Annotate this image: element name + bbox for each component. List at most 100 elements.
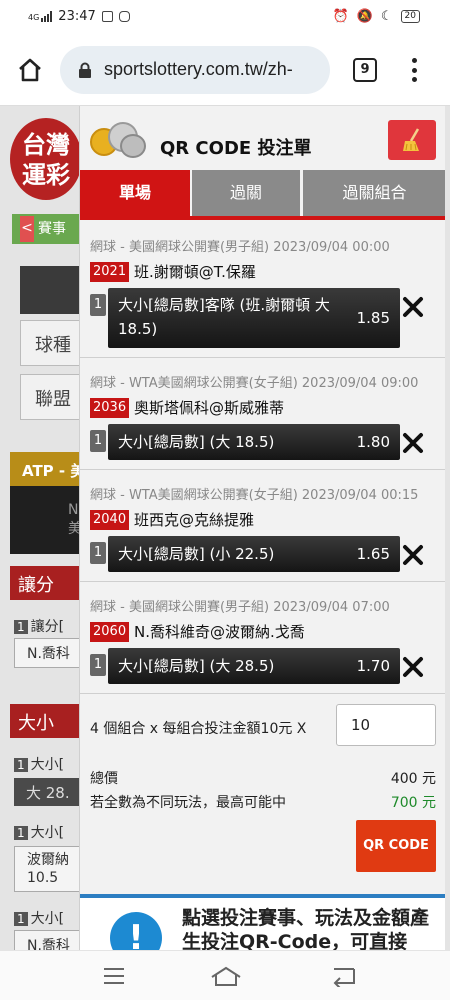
totals-player-3: N.喬科 bbox=[14, 930, 82, 950]
combo-text: 4 個組合 x 每組合投注金額10元 X bbox=[90, 721, 307, 737]
totals-player-cell: 波爾納 10.5 bbox=[14, 846, 82, 892]
totals-row-3-label: 大小[ bbox=[30, 911, 65, 927]
bet-item: 網球 - 美國網球公開賽(男子組) 2023/09/04 07:00 2060 … bbox=[80, 582, 445, 694]
bet-code-badge: 2040 bbox=[90, 510, 130, 530]
pick-index: 1 bbox=[90, 654, 106, 676]
pick-bar[interactable]: 大小[總局數] (小 22.5) 1.65 bbox=[108, 536, 400, 572]
remove-bet-icon[interactable] bbox=[400, 542, 426, 568]
bet-type-tabs: 單場 過關 過關組合 bbox=[80, 170, 445, 220]
pick-index: 1 bbox=[90, 294, 106, 316]
url-text: sportslottery.com.tw/zh- bbox=[104, 59, 293, 79]
bet-match: N.喬科維奇@波爾納.戈喬 bbox=[134, 623, 305, 641]
home-nav-icon[interactable] bbox=[210, 965, 242, 987]
bet-summary: 4 個組合 x 每組合投注金額10元 X 10 總價 400 元 若全數為不同玩… bbox=[80, 694, 445, 950]
pick-text: 大小[總局數] (小 22.5) bbox=[118, 545, 275, 563]
pick-text-line2: 18.5) bbox=[118, 320, 158, 338]
battery-icon: 20 bbox=[400, 10, 420, 23]
total-label: 總價 bbox=[90, 771, 118, 787]
pick-text: 大小[總局數] (大 28.5) bbox=[118, 657, 275, 675]
pick-bar[interactable]: 大小[總局數] (大 18.5) 1.80 bbox=[108, 424, 400, 460]
pick-odds: 1.85 bbox=[356, 309, 390, 327]
bet-item: 網球 - 美國網球公開賽(男子組) 2023/09/04 00:00 2021 … bbox=[80, 224, 445, 358]
totals-player-line: 10.5 bbox=[27, 870, 59, 886]
bet-pick: 1 大小[總局數]客隊 (班.謝爾頓 大 18.5) 1.85 bbox=[90, 288, 400, 348]
panel-title: QR CODE 投注單 bbox=[160, 138, 312, 159]
pick-text: 大小[總局數]客隊 (班.謝爾頓 大 18.5) bbox=[118, 293, 330, 341]
network-type: 4G bbox=[28, 13, 40, 22]
signal-icon: 4G bbox=[28, 11, 53, 22]
pick-bar[interactable]: 大小[總局數] (大 28.5) 1.70 bbox=[108, 648, 400, 684]
total-value: 400 元 bbox=[390, 771, 436, 787]
pick-odds: 1.80 bbox=[356, 433, 390, 451]
info-text: 點選投注賽事、玩法及金額產生投注QR-Code，可直接 bbox=[182, 907, 430, 950]
clear-all-button[interactable] bbox=[388, 120, 436, 160]
bet-match: 班.謝爾頓@T.保羅 bbox=[134, 263, 256, 281]
tab-parlay[interactable]: 過關 bbox=[192, 170, 300, 216]
alarm-icon: ⏰ bbox=[332, 9, 349, 24]
status-right: ⏰ 🔕 ☾ 20 bbox=[333, 9, 420, 24]
system-nav-bar bbox=[0, 950, 450, 1000]
pick-index: 1 bbox=[90, 542, 106, 564]
totals-row-2-label: 大小[ bbox=[30, 825, 65, 841]
bet-code-badge: 2021 bbox=[90, 262, 130, 282]
browser-toolbar: sportslottery.com.tw/zh- 9 bbox=[0, 34, 450, 106]
qr-bet-slip-panel: QR CODE 投注單 單場 過關 過關組合 網球 - 美國網球公開賽(男子組)… bbox=[79, 106, 445, 950]
handicap-row: 1 讓分[ bbox=[14, 616, 64, 636]
bet-code-badge: 2060 bbox=[90, 622, 130, 642]
notification-icon bbox=[101, 11, 113, 22]
broom-icon bbox=[402, 128, 422, 152]
recent-apps-icon[interactable] bbox=[102, 965, 126, 987]
totals-dark-cell: 大 28. bbox=[14, 778, 82, 806]
handicap-row-label: 讓分[ bbox=[30, 619, 65, 635]
background-right-edge bbox=[445, 106, 450, 950]
bet-league: 網球 - WTA美國網球公開賽(女子組) 2023/09/04 09:00 bbox=[90, 376, 419, 391]
remove-bet-icon[interactable] bbox=[400, 654, 426, 680]
mute-icon: 🔕 bbox=[356, 9, 373, 24]
league-header: ATP - 美 bbox=[10, 452, 82, 486]
max-win-label: 若全數為不同玩法，最高可能中 bbox=[90, 795, 286, 811]
bet-pick: 1 大小[總局數] (小 22.5) 1.65 bbox=[90, 536, 400, 572]
browser-menu-icon[interactable] bbox=[404, 56, 424, 84]
bet-league: 網球 - 美國網球公開賽(男子組) 2023/09/04 07:00 bbox=[90, 600, 390, 615]
bet-match: 班西克@克絲提雅 bbox=[134, 511, 255, 529]
status-bar: 4G 23:47 ⏰ 🔕 ☾ 20 bbox=[0, 0, 450, 34]
combo-row: 4 個組合 x 每組合投注金額10元 X 10 bbox=[80, 704, 445, 748]
section-totals: 大小 bbox=[10, 704, 82, 738]
qr-code-button[interactable]: QR CODE bbox=[356, 820, 436, 872]
pick-odds: 1.70 bbox=[356, 657, 390, 675]
pick-index: 1 bbox=[90, 430, 106, 452]
tab-switcher-button[interactable]: 9 bbox=[353, 58, 377, 82]
lock-icon bbox=[78, 62, 92, 78]
totals-player-name: 波爾納 bbox=[27, 852, 69, 868]
handicap-player: N.喬科 bbox=[14, 638, 82, 668]
pick-text-line1: 大小[總局數]客隊 (班.謝爾頓 大 bbox=[118, 296, 330, 314]
tab-parlay-combo[interactable]: 過關組合 bbox=[303, 170, 445, 216]
clock: 23:47 bbox=[58, 9, 96, 24]
totals-row-1-label: 大小[ bbox=[30, 757, 65, 773]
panel-header: QR CODE 投注單 bbox=[80, 106, 445, 170]
site-logo: 台灣運彩 bbox=[10, 118, 82, 200]
home-icon[interactable] bbox=[16, 56, 44, 84]
bet-amount-input[interactable]: 10 bbox=[336, 704, 436, 746]
bet-league: 網球 - 美國網球公開賽(男子組) 2023/09/04 00:00 bbox=[90, 240, 390, 255]
remove-bet-icon[interactable] bbox=[400, 294, 426, 320]
match-header: N美 bbox=[10, 486, 82, 554]
back-arrow-icon: < bbox=[20, 216, 34, 242]
league-filter: 聯盟 bbox=[20, 374, 82, 420]
address-bar[interactable]: sportslottery.com.tw/zh- bbox=[60, 46, 330, 94]
back-nav-icon[interactable] bbox=[332, 965, 356, 989]
background-block bbox=[20, 266, 82, 314]
pick-odds: 1.65 bbox=[356, 545, 390, 563]
pick-bar[interactable]: 大小[總局數]客隊 (班.謝爾頓 大 18.5) 1.85 bbox=[108, 288, 400, 348]
background-tab-label: 賽事 bbox=[38, 221, 66, 237]
do-not-disturb-icon: ☾ bbox=[380, 9, 393, 24]
instagram-icon bbox=[118, 11, 130, 22]
background-tab: < 賽事 bbox=[12, 214, 82, 244]
bet-league: 網球 - WTA美國網球公開賽(女子組) 2023/09/04 00:15 bbox=[90, 488, 419, 503]
totals-row-2: 1 大小[ bbox=[14, 822, 64, 842]
remove-bet-icon[interactable] bbox=[400, 430, 426, 456]
info-icon: ! bbox=[110, 912, 162, 950]
pick-text: 大小[總局數] (大 18.5) bbox=[118, 433, 275, 451]
tab-single[interactable]: 單場 bbox=[80, 170, 190, 216]
coins-icon bbox=[90, 120, 148, 160]
